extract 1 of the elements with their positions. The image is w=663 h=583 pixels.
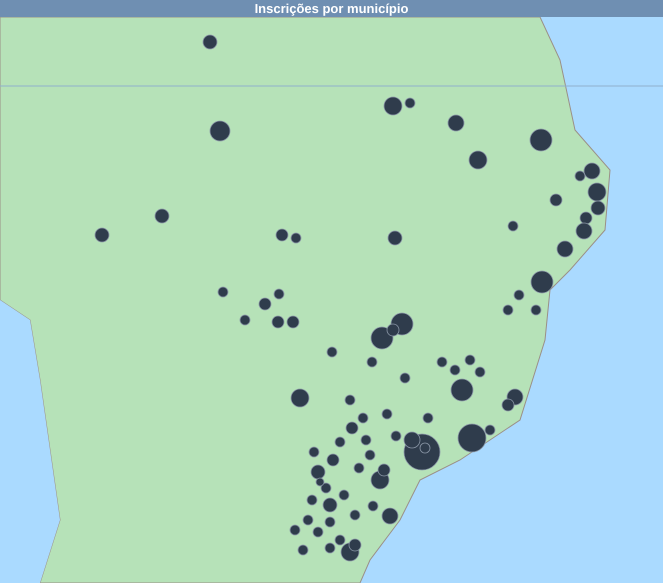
chart-title: Inscrições por município: [254, 2, 408, 15]
